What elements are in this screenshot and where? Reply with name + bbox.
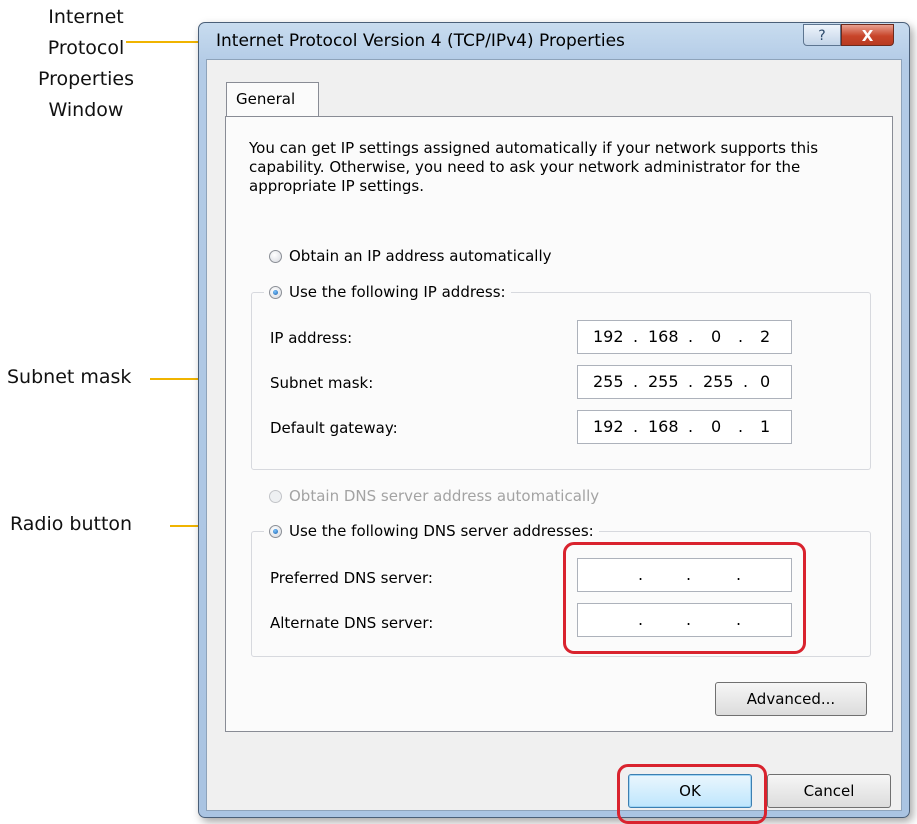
- radio-circle: [269, 285, 282, 299]
- dialog-client-area: General You can get IP settings assigned…: [206, 59, 902, 824]
- cancel-button[interactable]: Cancel: [767, 774, 891, 808]
- obtain-dns-auto-label: Obtain DNS server address automatically: [289, 487, 600, 505]
- general-tab-panel: You can get IP settings assigned automat…: [225, 116, 893, 732]
- description-text: You can get IP settings assigned automat…: [249, 139, 819, 195]
- dns-fields-highlight: [563, 542, 806, 654]
- radio-circle: [269, 524, 282, 538]
- radio-annotation: Radio button: [10, 513, 133, 535]
- tcpip-properties-dialog: Internet Protocol Version 4 (TCP/IPv4) P…: [198, 22, 910, 824]
- subnet-annotation: Subnet mask: [7, 366, 132, 388]
- ok-button[interactable]: OK: [628, 774, 752, 808]
- tab-general[interactable]: General: [226, 82, 319, 116]
- subnet-mask-label: Subnet mask:: [270, 374, 374, 392]
- use-following-ip-label: Use the following IP address:: [289, 283, 506, 301]
- obtain-dns-auto-radio[interactable]: Obtain DNS server address automatically: [269, 486, 599, 506]
- subnet-mask-input[interactable]: 255. 255. 255. 0: [577, 365, 792, 399]
- window-annotation: Internet Protocol Properties Window: [37, 6, 135, 121]
- default-gateway-input[interactable]: 192. 168. 0. 1: [577, 410, 792, 444]
- obtain-ip-auto-radio[interactable]: Obtain an IP address automatically: [269, 246, 552, 266]
- radio-circle: [269, 249, 282, 263]
- use-following-dns-radio[interactable]: Use the following DNS server addresses:: [264, 521, 599, 541]
- advanced-button[interactable]: Advanced...: [715, 682, 867, 716]
- help-button[interactable]: ?: [803, 24, 841, 46]
- ip-address-label: IP address:: [270, 329, 353, 347]
- alternate-dns-label: Alternate DNS server:: [270, 614, 434, 632]
- preferred-dns-label: Preferred DNS server:: [270, 569, 433, 587]
- dialog-title: Internet Protocol Version 4 (TCP/IPv4) P…: [216, 31, 625, 51]
- obtain-ip-auto-label: Obtain an IP address automatically: [289, 247, 552, 265]
- use-following-dns-label: Use the following DNS server addresses:: [289, 522, 594, 540]
- close-icon: X: [861, 27, 874, 45]
- default-gateway-label: Default gateway:: [270, 419, 398, 437]
- close-button[interactable]: X: [841, 24, 894, 46]
- use-following-ip-radio[interactable]: Use the following IP address:: [264, 282, 511, 302]
- radio-circle: [269, 489, 282, 503]
- help-icon: ?: [818, 28, 826, 44]
- ip-address-input[interactable]: 192. 168. 0. 2: [577, 320, 792, 354]
- window-annotation-line: [126, 41, 198, 43]
